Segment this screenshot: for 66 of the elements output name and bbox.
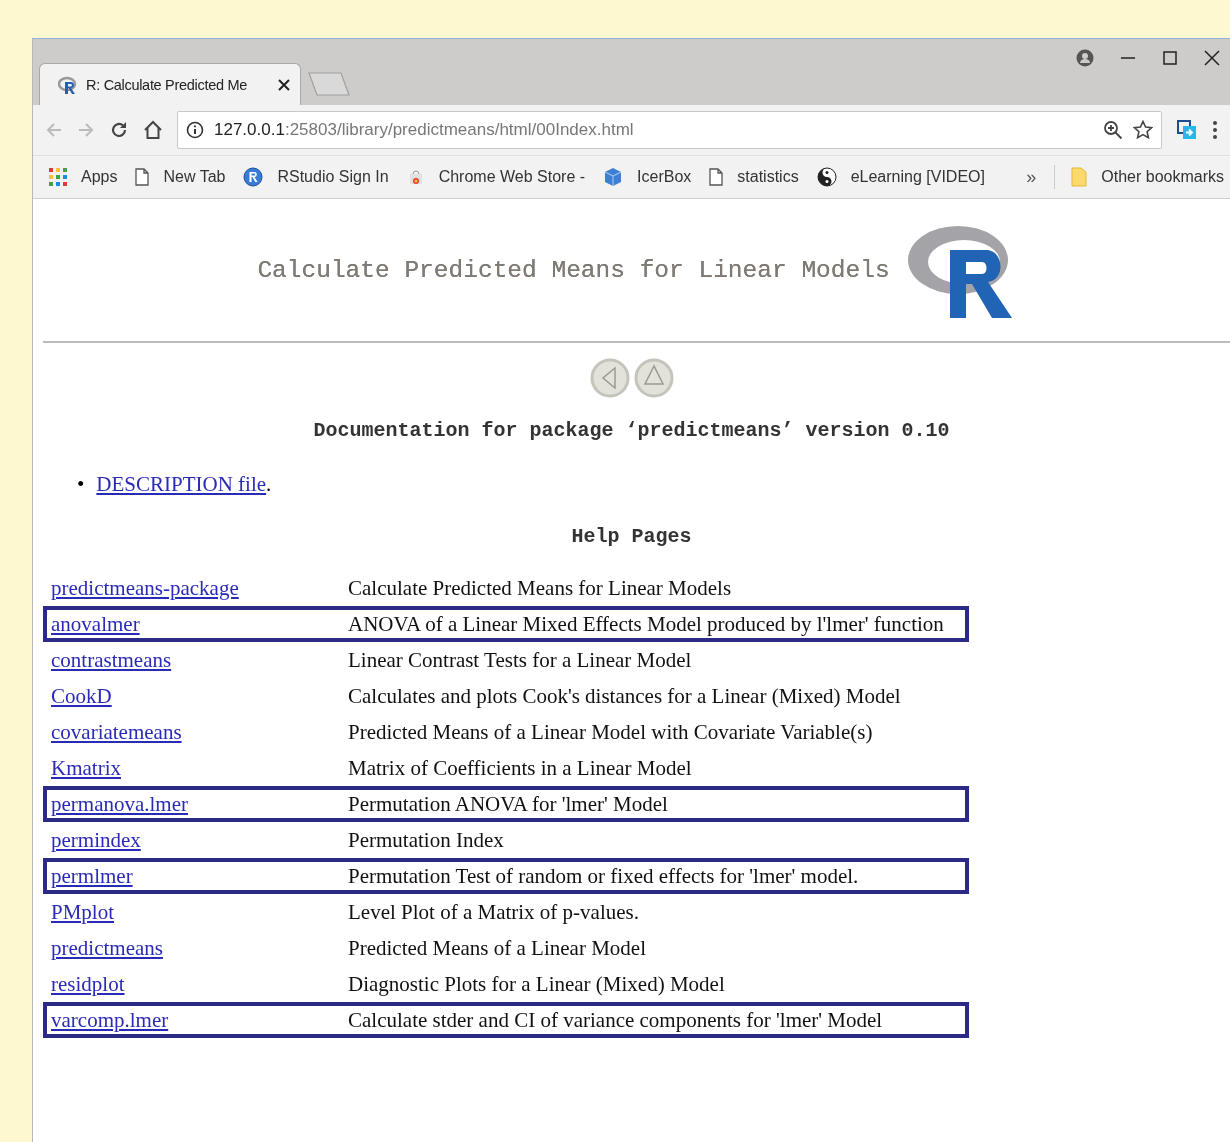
help-topic-link[interactable]: anovalmer	[51, 611, 348, 637]
topic-description: Diagnostic Plots for a Linear (Mixed) Model	[348, 971, 726, 997]
help-topic-link[interactable]: contrastmeans	[51, 647, 348, 673]
bookmark-link[interactable]: New Tab	[163, 168, 226, 186]
help-pages-heading: Help Pages	[570, 525, 693, 548]
address-bar[interactable]: 127.0.0.1:25803/library/predictmeans/html/00Index.html	[177, 111, 1162, 149]
help-topic-link[interactable]: Kmatrix	[51, 755, 348, 781]
reload-icon[interactable]	[109, 120, 129, 140]
page-title: Calculate Predicted Means for Linear Models	[257, 256, 890, 284]
help-topic-link[interactable]: CookD	[51, 683, 348, 709]
help-topic-link[interactable]: permindex	[51, 827, 348, 853]
topic-description: Predicted Means of a Linear Model with Covariate Variable(s)	[348, 719, 874, 745]
info-icon[interactable]	[186, 121, 204, 139]
cube-icon	[603, 167, 624, 187]
topic-description: Matrix of Coefficients in a Linear Model	[348, 755, 693, 781]
topic-description: Calculates and plots Cook's distances for a Linear (Mixed) Model	[348, 683, 902, 709]
bookmark-link[interactable]: RStudio Sign In	[277, 168, 389, 186]
period-text: .	[266, 472, 272, 496]
topic-description: Permutation Test of random or fixed effects for 'lmer' model.	[348, 863, 860, 889]
bookmark-link[interactable]: Apps	[81, 168, 118, 186]
zoom-icon[interactable]	[1103, 120, 1123, 140]
help-topic-link[interactable]: predictmeans	[51, 935, 348, 961]
apps-grid-icon	[49, 168, 67, 186]
url-path: :25803/library/predictmeans/html/00Index.html	[284, 120, 634, 139]
topic-description: Permutation ANOVA for 'lmer' Model	[348, 791, 669, 817]
bookmark-link[interactable]: statistics	[737, 168, 799, 186]
more-bookmarks-button[interactable]: »	[1018, 166, 1045, 188]
maximize-icon[interactable]	[1162, 50, 1178, 66]
bookmark-link[interactable]: IcerBox	[637, 168, 692, 186]
help-topic-link[interactable]: permlmer	[51, 863, 348, 889]
topic-description: Calculate stder and CI of variance components for 'lmer' Model	[348, 1007, 884, 1033]
close-icon[interactable]	[1204, 50, 1220, 66]
topic-description: Calculate Predicted Means for Linear Models	[348, 575, 733, 601]
help-topic-link[interactable]: PMplot	[51, 899, 348, 925]
up-arrow-button[interactable]	[633, 357, 674, 399]
topic-description: Linear Contrast Tests for a Linear Model	[348, 647, 693, 673]
folder-icon	[1071, 167, 1088, 187]
page-icon	[135, 168, 150, 186]
documentation-heading: Documentation for package ‘predictmeans’ version 0.10	[312, 419, 951, 442]
close-icon[interactable]	[278, 78, 290, 91]
r-logo-icon	[58, 75, 78, 94]
help-topic-link[interactable]: residplot	[51, 971, 348, 997]
help-topic-link[interactable]: varcomp.lmer	[51, 1007, 348, 1033]
tab-title: R: Calculate Predicted Me	[86, 76, 248, 93]
yin-yang-icon	[816, 167, 837, 187]
browser-tab[interactable]: R: Calculate Predicted Me	[39, 63, 301, 105]
menu-icon[interactable]	[1212, 120, 1218, 140]
bookmark-link[interactable]: eLearning [VIDEO]	[850, 168, 985, 186]
bookmark-folder[interactable]: Other bookmarks	[1101, 168, 1224, 186]
topic-description: Level Plot of a Matrix of p-values.	[348, 899, 640, 925]
help-topic-link[interactable]: covariatemeans	[51, 719, 348, 745]
star-icon[interactable]	[1133, 120, 1153, 140]
bookmark-link[interactable]: Chrome Web Store -	[438, 168, 586, 186]
bullet: •	[77, 472, 85, 497]
topic-description: Permutation Index	[348, 827, 505, 853]
home-icon[interactable]	[143, 120, 163, 140]
topic-description: Predicted Means of a Linear Model	[348, 935, 647, 961]
r-circle-icon	[243, 167, 264, 187]
url-host: 127.0.0.1	[214, 120, 285, 139]
account-icon[interactable]	[1076, 49, 1094, 67]
help-topic-link[interactable]: permanova.lmer	[51, 791, 348, 817]
extension-icon[interactable]	[1176, 119, 1198, 141]
description-file-link[interactable]: DESCRIPTION file	[96, 472, 267, 496]
page-icon	[709, 168, 724, 186]
topic-description: ANOVA of a Linear Mixed Effects Model produced by l'lmer' function	[348, 611, 945, 637]
help-topic-link[interactable]: predictmeans-package	[51, 575, 348, 601]
